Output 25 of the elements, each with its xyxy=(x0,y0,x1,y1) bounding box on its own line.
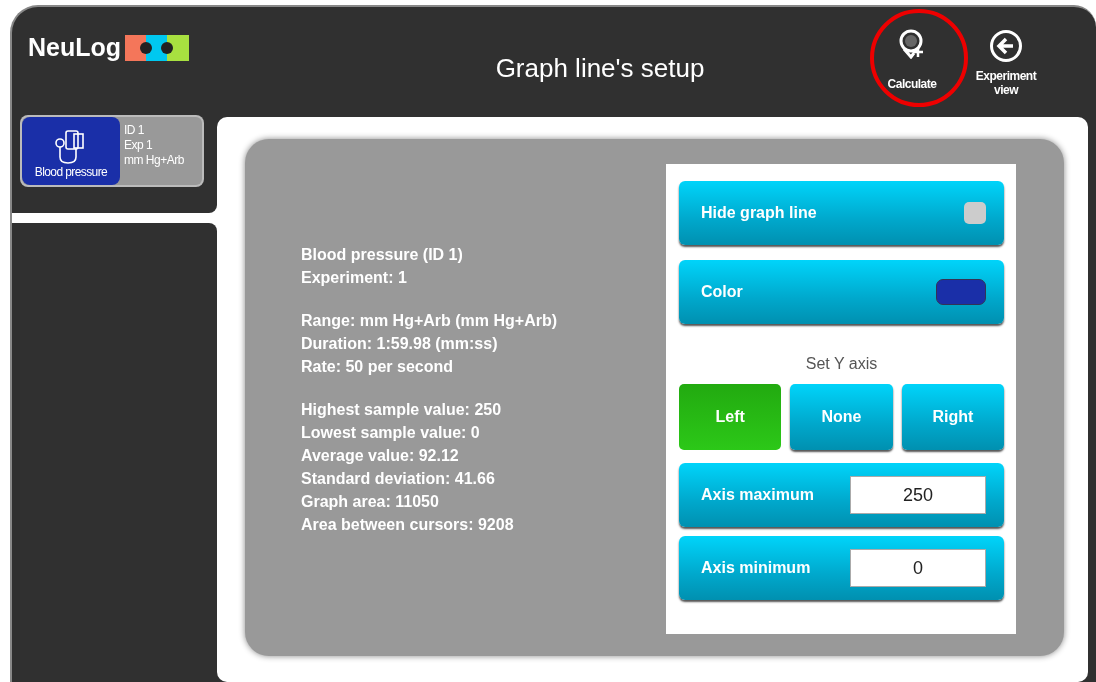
calculate-button[interactable]: Calculate xyxy=(872,29,952,97)
info-line: Area between cursors: 9208 xyxy=(301,514,515,535)
experiment-view-button[interactable]: Experiment view xyxy=(966,29,1046,97)
info-line: Highest sample value: 250 xyxy=(301,399,503,420)
axis-minimum-field[interactable]: 0 xyxy=(850,549,986,587)
info-line: Rate: 50 per second xyxy=(301,356,455,377)
info-line: Lowest sample value: 0 xyxy=(301,422,481,443)
axis-maximum-label: Axis maximum xyxy=(701,486,814,504)
info-line: Average value: 92.12 xyxy=(301,445,460,466)
logo-blocks-icon xyxy=(125,34,190,61)
color-label: Color xyxy=(701,283,743,301)
info-line: Range: mm Hg+Arb (mm Hg+Arb) xyxy=(301,310,558,331)
info-line: Duration: 1:59.98 (mm:ss) xyxy=(301,333,499,354)
axis-minimum-label: Axis minimum xyxy=(701,559,811,577)
color-swatch[interactable] xyxy=(936,279,986,305)
sensor-card[interactable]: Blood pressure ID 1 Exp 1 mm Hg+Arb xyxy=(22,117,202,185)
axis-maximum-field[interactable]: 250 xyxy=(850,476,986,514)
screen-title: Graph line's setup xyxy=(494,53,706,84)
info-line: Standard deviation: 41.66 xyxy=(301,468,496,489)
info-line: Experiment: 1 xyxy=(301,267,408,288)
set-y-axis-label: Set Y axis xyxy=(804,355,879,373)
app-logo: NeuLog xyxy=(28,33,122,62)
info-line: Graph area: 11050 xyxy=(301,491,440,512)
pin-plus-icon xyxy=(898,29,926,59)
info-line: Blood pressure (ID 1) xyxy=(301,244,464,265)
